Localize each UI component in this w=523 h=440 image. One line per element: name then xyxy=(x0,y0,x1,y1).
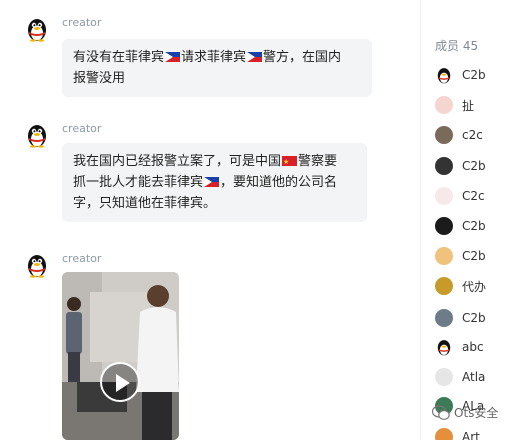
member-name: abc xyxy=(462,340,484,354)
panda-avatar-icon xyxy=(435,157,453,175)
orange-avatar-icon xyxy=(435,428,453,440)
member-name: Atla xyxy=(462,370,486,384)
member-item[interactable]: C2c xyxy=(435,185,523,207)
chat-panel: creator 有没有在菲律宾 请求菲律宾 警方，在国内 报警没用 creator … xyxy=(0,0,420,440)
member-count-header: 成员 45 xyxy=(435,39,479,53)
sender-name: creator xyxy=(62,16,102,29)
sketch-avatar-icon xyxy=(435,368,453,386)
philippines-flag-icon xyxy=(204,177,220,187)
member-item[interactable]: abc xyxy=(435,336,523,358)
anime-avatar-icon xyxy=(435,96,453,114)
member-item[interactable]: C2b xyxy=(435,155,523,177)
member-name: 扯 xyxy=(462,98,475,113)
member-item[interactable]: c2c xyxy=(435,124,523,146)
message-text: 抓一批人才能去菲律宾 xyxy=(73,175,204,190)
member-item[interactable]: C2b xyxy=(435,307,523,329)
message-text: ，要知道他的公司名 xyxy=(220,175,338,190)
penguin-avatar-icon xyxy=(435,66,453,84)
sender-name: creator xyxy=(62,122,102,135)
member-item[interactable]: C2b xyxy=(435,215,523,237)
video-message[interactable] xyxy=(62,272,179,440)
sender-name: creator xyxy=(62,252,102,265)
philippines-flag-icon xyxy=(165,52,181,62)
message-text: 有没有在菲律宾 xyxy=(73,50,165,65)
gold-avatar-icon xyxy=(435,277,453,295)
message-text: 警方，在国内 xyxy=(263,50,342,65)
member-name: C2b xyxy=(462,311,486,325)
penguin-avatar-icon[interactable] xyxy=(24,252,50,278)
china-flag-icon xyxy=(282,156,298,166)
member-name: Art xyxy=(462,430,480,440)
message-text: 我在国内已经报警立案了，可是中国 xyxy=(73,154,282,169)
video-thumbnail xyxy=(62,272,179,440)
watermark: Ots安全 xyxy=(432,404,498,421)
figure-avatar-icon xyxy=(435,309,453,327)
message-text: 字，只知道他在菲律宾。 xyxy=(73,196,217,211)
penguin-avatar-icon[interactable] xyxy=(24,16,50,42)
message-bubble: 有没有在菲律宾 请求菲律宾 警方，在国内 报警没用 xyxy=(62,39,372,97)
photo-avatar-icon xyxy=(435,126,453,144)
member-name: c2c xyxy=(462,128,483,142)
member-name: C2b xyxy=(462,219,486,233)
member-item[interactable]: Atla xyxy=(435,366,523,388)
cartoon-avatar-icon xyxy=(435,247,453,265)
watermark-text: Ots安全 xyxy=(454,406,499,420)
message-text: 报警没用 xyxy=(73,71,126,86)
member-name: C2b xyxy=(462,68,486,82)
message-text: 请求菲律宾 xyxy=(181,50,247,65)
message-bubble: 我在国内已经报警立案了，可是中国警察要 抓一批人才能去菲律宾，要知道他的公司名 … xyxy=(62,143,367,222)
play-icon[interactable] xyxy=(100,362,140,402)
member-name: C2b xyxy=(462,159,486,173)
member-item[interactable]: C2b xyxy=(435,64,523,86)
penguin-avatar-icon xyxy=(435,338,453,356)
dark-avatar-icon xyxy=(435,217,453,235)
text-avatar-icon xyxy=(435,187,453,205)
member-item[interactable]: Art xyxy=(435,426,523,440)
member-item[interactable]: 代办 xyxy=(435,275,523,297)
member-name: C2c xyxy=(462,189,485,203)
member-item[interactable]: C2b xyxy=(435,245,523,267)
member-name: C2b xyxy=(462,249,486,263)
message-text: 警察要 xyxy=(298,154,338,169)
wechat-icon xyxy=(432,404,450,420)
penguin-avatar-icon[interactable] xyxy=(24,122,50,148)
member-item[interactable]: 扯 xyxy=(435,94,523,116)
member-name: 代办 xyxy=(462,279,487,294)
philippines-flag-icon xyxy=(247,52,263,62)
